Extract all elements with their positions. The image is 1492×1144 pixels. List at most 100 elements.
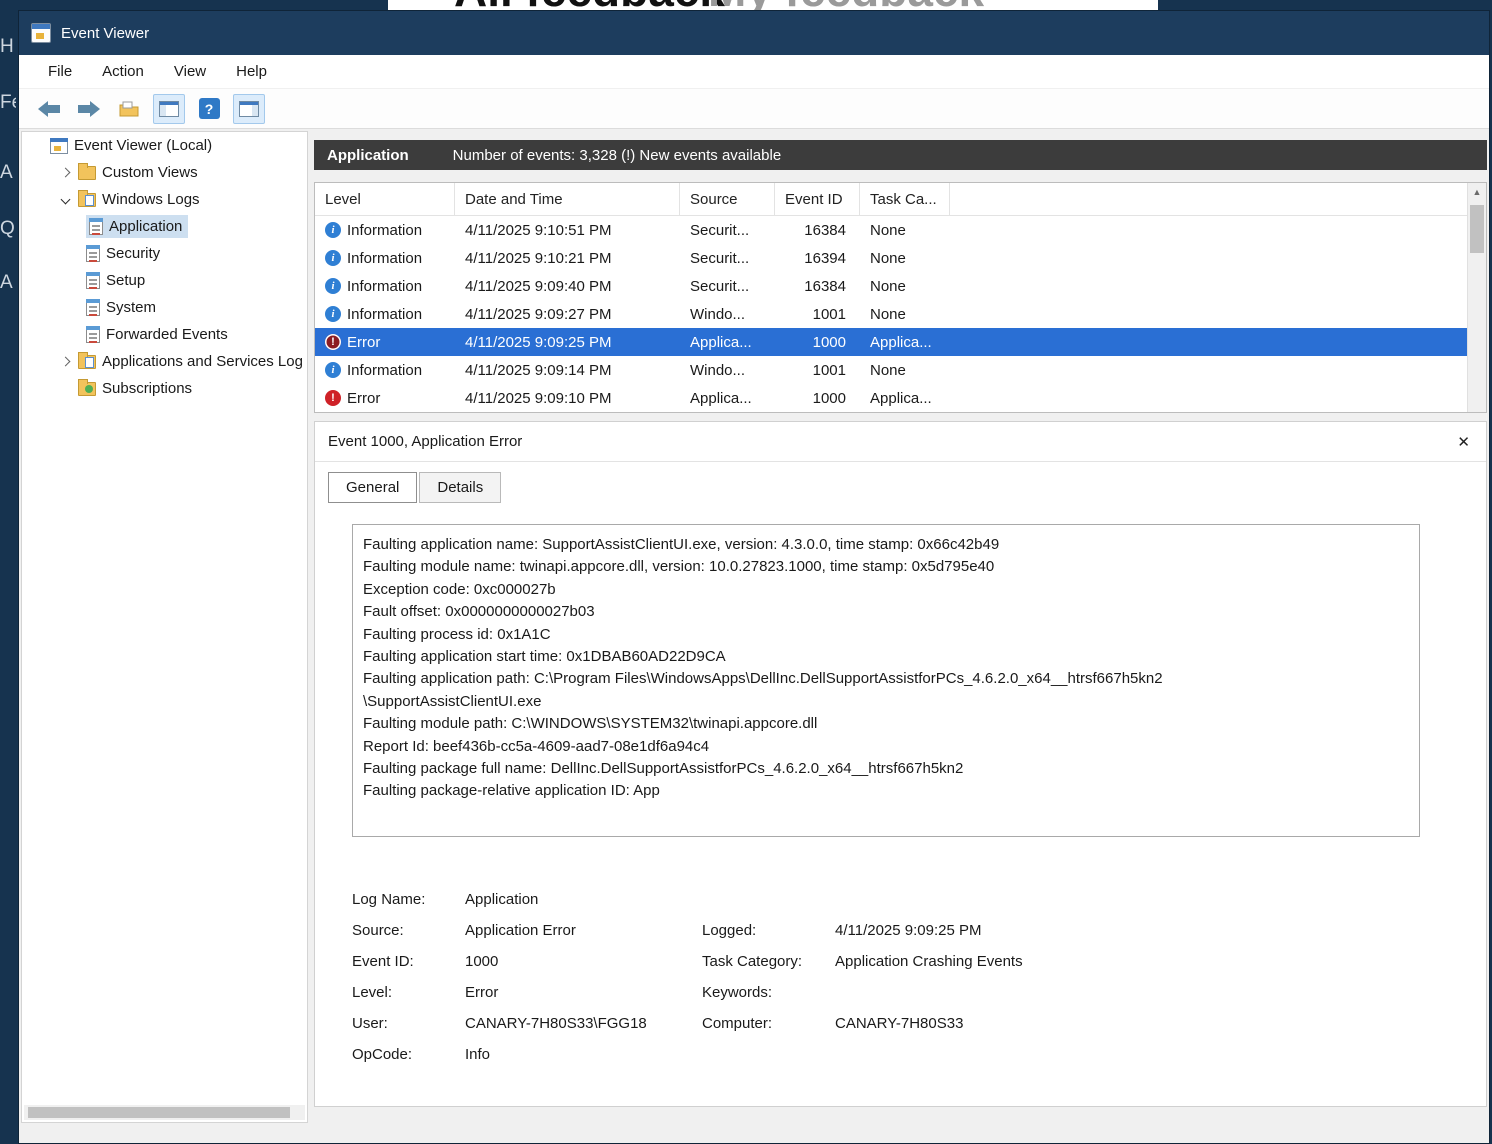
tab-general[interactable]: General <box>328 472 418 503</box>
tree-item-subscriptions[interactable]: Subscriptions <box>22 375 307 402</box>
column-header-event-id[interactable]: Event ID <box>775 183 860 215</box>
events-table: Level Date and Time Source Event ID Task… <box>314 182 1487 413</box>
scrollbar-thumb[interactable] <box>1470 205 1484 253</box>
computer-label: Computer: <box>702 1015 773 1032</box>
event-viewer-logo-icon <box>31 23 51 43</box>
information-icon: i <box>325 222 341 238</box>
back-button[interactable] <box>33 94 65 124</box>
level-label: Level: <box>352 984 393 1001</box>
log-name-label: Log Name: <box>352 891 426 908</box>
log-name-value: Application <box>465 891 539 908</box>
event-viewer-window: Event Viewer File Action View Help ? Eve… <box>18 10 1490 1144</box>
tree-item-setup[interactable]: Setup <box>22 267 307 294</box>
title-bar[interactable]: Event Viewer <box>19 11 1489 55</box>
window-body: Event Viewer (Local) Custom Views Window… <box>19 129 1489 1143</box>
column-header-source[interactable]: Source <box>680 183 775 215</box>
system-log-icon <box>86 299 100 316</box>
event-detail-pane: Event 1000, Application Error ✕ General … <box>314 421 1487 1107</box>
forward-button[interactable] <box>73 94 105 124</box>
forward-icon <box>78 100 100 117</box>
table-header: Level Date and Time Source Event ID Task… <box>315 183 1486 216</box>
window-title: Event Viewer <box>61 24 150 42</box>
detail-tabs: General Details <box>328 472 1486 503</box>
background-fragment: H <box>0 36 14 57</box>
event-message-box[interactable]: Faulting application name: SupportAssist… <box>352 524 1420 837</box>
tree-item-label: Custom Views <box>102 164 198 181</box>
main-panel: Application Number of events: 3,328 (!) … <box>314 131 1487 1143</box>
information-icon: i <box>325 306 341 322</box>
keywords-value <box>835 982 1466 1003</box>
table-row[interactable]: i Information 4/11/2025 9:10:21 PM Securi… <box>315 244 1486 272</box>
log-summary: Number of events: 3,328 (!) New events a… <box>452 146 782 164</box>
tree-item-system[interactable]: System <box>22 294 307 321</box>
tree-item-windows-logs[interactable]: Windows Logs <box>22 186 307 213</box>
table-row-selected[interactable]: ! Error 4/11/2025 9:09:25 PM Applica... 1… <box>315 328 1486 356</box>
information-icon: i <box>325 250 341 266</box>
user-value: CANARY-7H80S33\FGG18 <box>465 1015 647 1032</box>
menu-action[interactable]: Action <box>89 58 157 85</box>
expand-chevron-icon[interactable] <box>58 355 72 369</box>
events-vertical-scrollbar[interactable]: ▲ <box>1467 183 1486 412</box>
menu-help[interactable]: Help <box>223 58 280 85</box>
table-row[interactable]: i Information 4/11/2025 9:10:51 PM Securi… <box>315 216 1486 244</box>
security-log-icon <box>86 245 100 262</box>
scroll-up-icon[interactable]: ▲ <box>1468 183 1486 200</box>
tree-item-custom-views[interactable]: Custom Views <box>22 159 307 186</box>
table-row[interactable]: i Information 4/11/2025 9:09:27 PM Windo.… <box>315 300 1486 328</box>
custom-views-folder-icon <box>78 162 96 180</box>
computer-value: CANARY-7H80S33 <box>835 1015 964 1032</box>
column-header-level[interactable]: Level <box>315 183 455 215</box>
background-fragment: A <box>0 272 13 293</box>
detail-header: Event 1000, Application Error ✕ <box>315 422 1486 462</box>
log-name: Application <box>327 146 409 164</box>
event-id-value: 1000 <box>465 953 499 970</box>
table-row[interactable]: i Information 4/11/2025 9:09:40 PM Securi… <box>315 272 1486 300</box>
user-label: User: <box>352 1015 388 1032</box>
menu-bar: File Action View Help <box>19 55 1489 89</box>
error-icon: ! <box>325 334 341 350</box>
tree-item-applications-and-services-log[interactable]: Applications and Services Log <box>22 348 307 375</box>
help-button[interactable]: ? <box>193 94 225 124</box>
tree-item-label: Setup <box>106 272 146 289</box>
tree-item-forwarded-events[interactable]: Forwarded Events <box>22 321 307 348</box>
help-icon: ? <box>198 98 220 119</box>
detail-title: Event 1000, Application Error <box>328 433 523 450</box>
tree-item-security[interactable]: Security <box>22 240 307 267</box>
background-fragment: Q <box>0 218 15 239</box>
task-category-label: Task Category: <box>702 953 803 970</box>
expand-chevron-icon[interactable] <box>58 166 72 180</box>
console-tree-icon <box>159 100 179 117</box>
menu-view[interactable]: View <box>161 58 219 85</box>
menu-file[interactable]: File <box>35 58 85 85</box>
event-id-label: Event ID: <box>352 953 414 970</box>
table-row[interactable]: i Information 4/11/2025 9:09:14 PM Windo.… <box>315 356 1486 384</box>
tree-item-label: Windows Logs <box>102 191 200 208</box>
forwarded-events-log-icon <box>86 326 100 343</box>
windows-logs-folder-icon <box>78 189 96 207</box>
opcode-value: Info <box>465 1046 491 1063</box>
close-icon[interactable]: ✕ <box>1457 433 1470 451</box>
action-pane-toggle-button[interactable] <box>233 93 265 124</box>
tree-item-label: Security <box>106 245 161 262</box>
background-fragment: A <box>0 162 13 183</box>
table-row[interactable]: ! Error 4/11/2025 9:09:10 PM Applica... 1… <box>315 384 1486 412</box>
open-saved-log-icon <box>119 101 139 116</box>
console-tree-toggle-button[interactable] <box>153 93 185 124</box>
open-saved-log-button[interactable] <box>113 94 145 124</box>
column-header-datetime[interactable]: Date and Time <box>455 183 680 215</box>
console-tree-panel: Event Viewer (Local) Custom Views Window… <box>21 131 308 1123</box>
logged-label: Logged: <box>702 922 757 939</box>
tree-horizontal-scrollbar[interactable] <box>24 1105 305 1120</box>
tab-details[interactable]: Details <box>419 472 502 503</box>
keywords-label: Keywords: <box>702 984 773 1001</box>
collapse-chevron-icon[interactable] <box>58 193 72 207</box>
application-log-icon <box>89 218 103 235</box>
tree-item-application[interactable]: Application <box>22 213 307 240</box>
tree-item-label: Event Viewer (Local) <box>74 137 213 154</box>
selected-tree-item[interactable]: Application <box>86 215 189 238</box>
tree-item-event-viewer-local[interactable]: Event Viewer (Local) <box>22 132 307 159</box>
column-header-task-category[interactable]: Task Ca... <box>860 183 950 215</box>
log-summary-bar: Application Number of events: 3,328 (!) … <box>314 140 1487 170</box>
information-icon: i <box>325 278 341 294</box>
scrollbar-thumb[interactable] <box>28 1107 290 1118</box>
